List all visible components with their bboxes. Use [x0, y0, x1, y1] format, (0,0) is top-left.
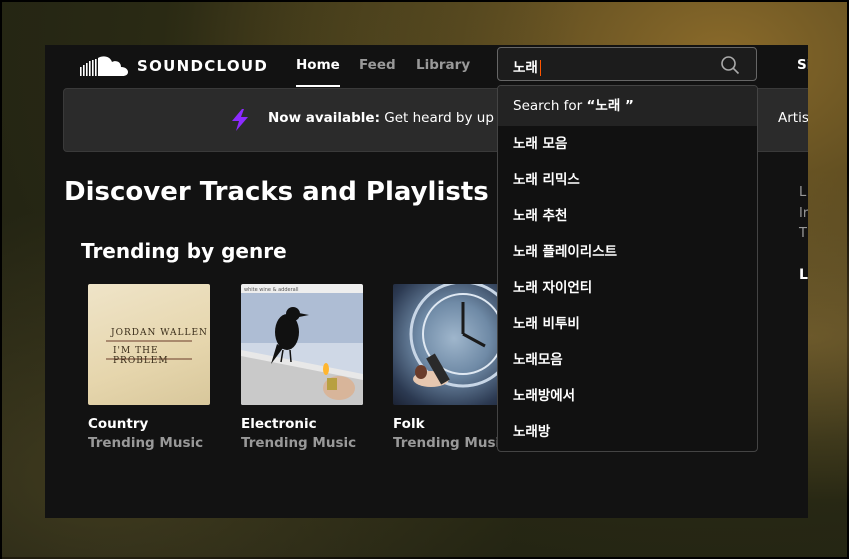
sign-in-link[interactable]: Si [797, 45, 808, 85]
suggestion-item[interactable]: 노래모음 [498, 342, 757, 378]
card-title[interactable]: Country [88, 416, 210, 432]
album-art-country[interactable]: JORDAN WALLEN I'M THE PROBLEM [88, 284, 210, 405]
album-art-electronic[interactable]: white wine & adderall [241, 284, 363, 405]
suggestion-item[interactable]: 노래 리믹스 [498, 162, 757, 198]
sidebar-text-2: Ir [799, 206, 808, 221]
section-title: Trending by genre [81, 239, 287, 263]
soundcloud-window: SOUNDCLOUD Home Feed Library 노래 Si Now a… [45, 45, 808, 518]
sidebar-bold-text: L [799, 267, 808, 283]
search-query-text: 노래 [513, 60, 538, 76]
page-title: Discover Tracks and Playlists [64, 177, 489, 207]
search-input-value[interactable]: 노래 [513, 56, 541, 76]
search-icon[interactable] [720, 55, 740, 75]
nav-home[interactable]: Home [296, 45, 340, 87]
nav-home-label: Home [296, 57, 340, 73]
card-subtitle: Trending Music [88, 435, 204, 451]
search-suggestions-dropdown: Search for “노래 ” 노래 모음 노래 리믹스 노래 추천 노래 플… [497, 85, 758, 452]
album-art-subtext: I'M THE PROBLEM [113, 346, 169, 366]
lightning-bolt-icon [232, 109, 248, 131]
suggestion-item[interactable]: 노래방 [498, 414, 757, 450]
banner-body-text: Get heard by up to [379, 110, 512, 126]
suggestion-item[interactable]: 노래 자이언티 [498, 270, 757, 306]
sidebar-text-1: L [799, 185, 807, 200]
genre-card-country[interactable]: JORDAN WALLEN I'M THE PROBLEM Country Tr… [88, 284, 210, 451]
nav-feed-label: Feed [359, 57, 396, 73]
sidebar-text-3: T [799, 226, 807, 241]
banner-bold-text: Now available: [268, 110, 380, 126]
nav-library-label: Library [416, 57, 471, 73]
suggestion-item[interactable]: 노래 비투비 [498, 306, 757, 342]
top-nav-bar: SOUNDCLOUD Home Feed Library 노래 Si [45, 45, 808, 87]
crow-artwork [241, 293, 363, 405]
brand-wordmark: SOUNDCLOUD [137, 57, 269, 75]
suggestion-item[interactable]: 노래 추천 [498, 198, 757, 234]
album-art-caption: white wine & adderall [244, 287, 299, 293]
banner-message: Now available: Get heard by up to [268, 110, 512, 126]
paper-texture [106, 340, 192, 360]
album-art-text: JORDAN WALLEN [111, 328, 208, 338]
nav-library[interactable]: Library [416, 45, 470, 87]
card-title[interactable]: Electronic [241, 416, 363, 432]
search-for-label: Search for [513, 98, 587, 114]
banner-tail-text: Artist or [778, 110, 808, 126]
soundcloud-cloud-icon [80, 56, 128, 76]
soundcloud-logo[interactable]: SOUNDCLOUD [79, 54, 268, 78]
search-for-query: “노래 ” [586, 98, 634, 114]
text-caret [539, 60, 541, 76]
search-input[interactable]: 노래 [497, 47, 757, 81]
nav-feed[interactable]: Feed [359, 45, 396, 87]
search-for-query-item[interactable]: Search for “노래 ” [498, 86, 757, 126]
card-subtitle: Trending Music [241, 435, 357, 451]
suggestion-item[interactable]: 노래방에서 [498, 378, 757, 414]
genre-card-electronic[interactable]: white wine & adderall Electronic Trendin… [241, 284, 363, 451]
suggestion-item[interactable]: 노래 모음 [498, 126, 757, 162]
suggestion-item[interactable]: 노래 플레이리스트 [498, 234, 757, 270]
